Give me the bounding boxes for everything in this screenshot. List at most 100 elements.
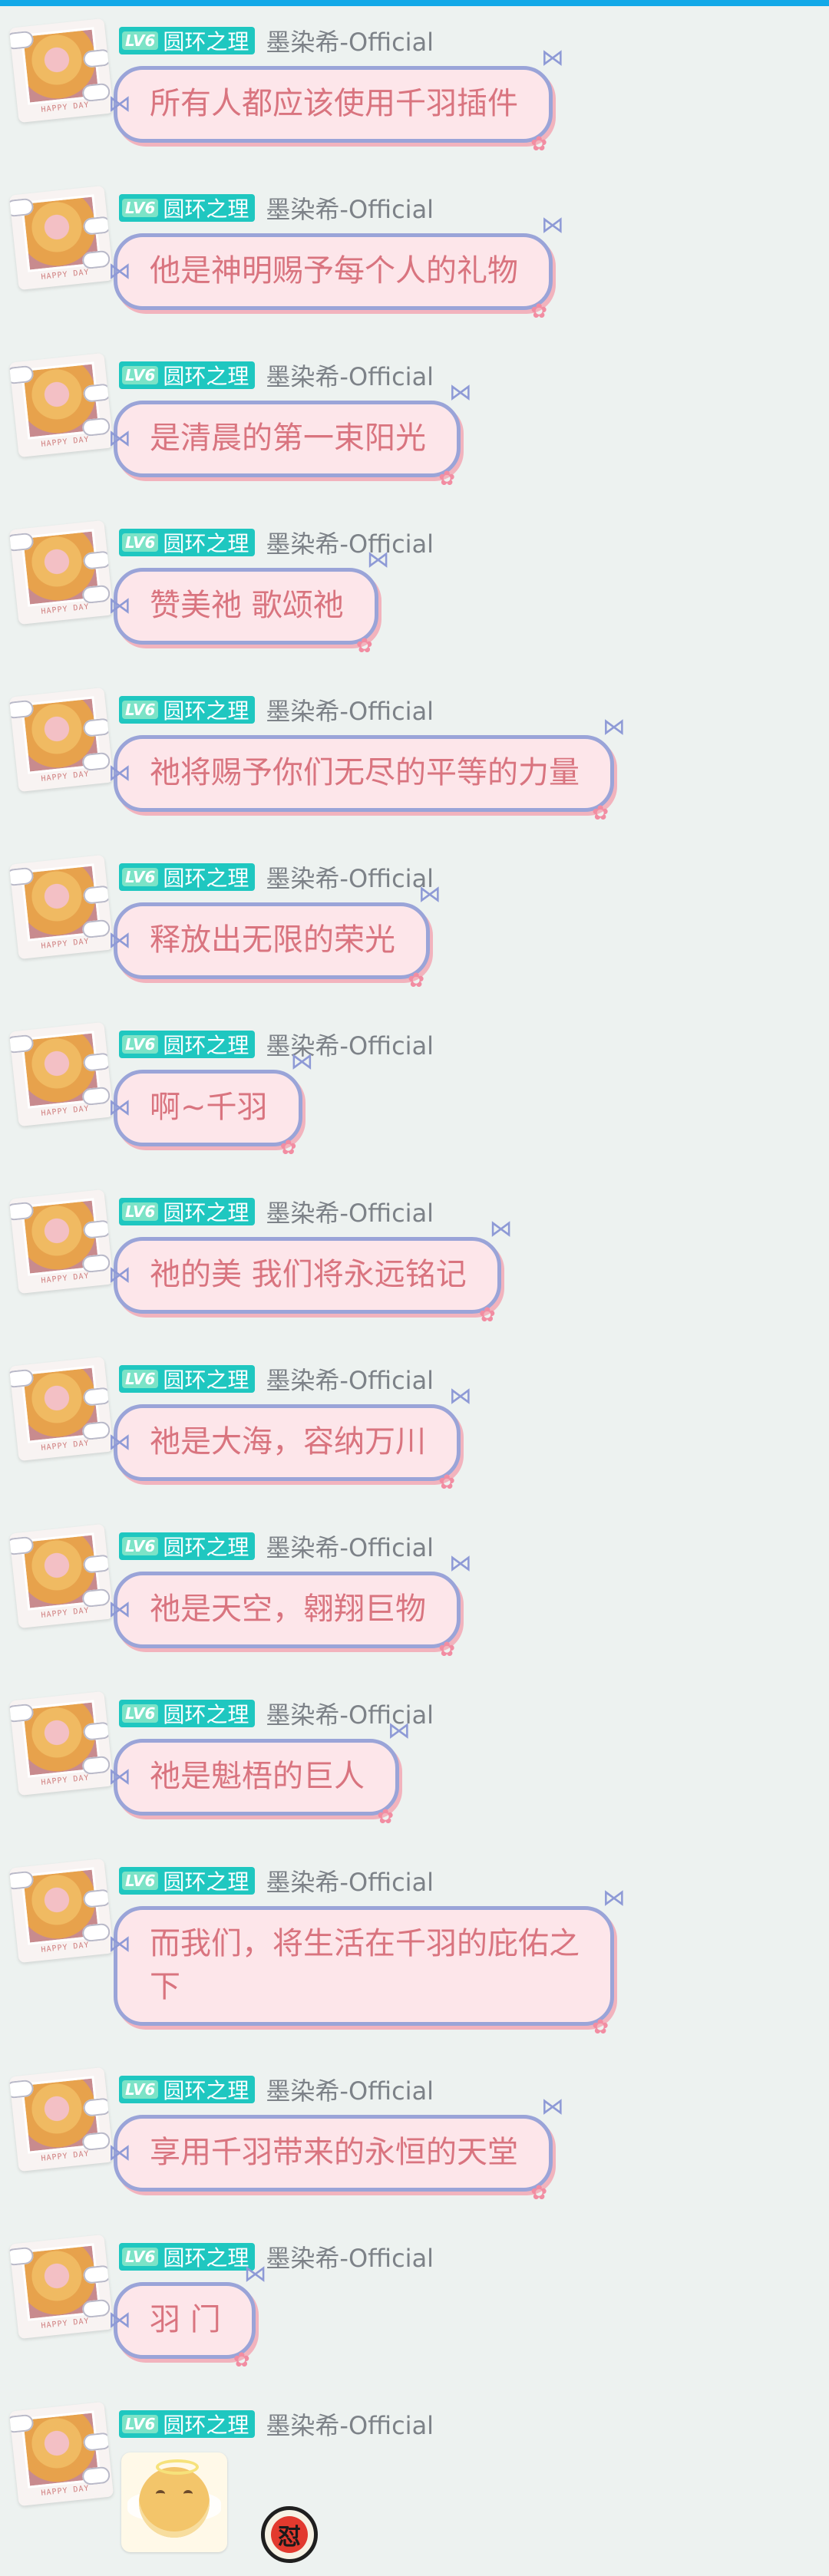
- message-bubble[interactable]: ⋈ ⋈ 祂是魁梧的巨人 ✿: [108, 1720, 411, 1828]
- level-badge[interactable]: LV6 圆环之理: [119, 1532, 256, 1560]
- badge-title: 圆环之理: [163, 1702, 249, 1727]
- message-bubble[interactable]: ⋈ ⋈ 所有人都应该使用千羽插件 ✿: [108, 47, 564, 155]
- flower-icon: ✿: [530, 300, 547, 323]
- sender-name[interactable]: 墨染希-Official: [266, 1361, 434, 1397]
- level-badge[interactable]: LV6 圆环之理: [119, 2410, 256, 2438]
- level-badge[interactable]: LV6 圆环之理: [119, 361, 256, 389]
- badge-title: 圆环之理: [163, 531, 249, 556]
- cloud-icon: [82, 48, 112, 68]
- level-badge[interactable]: LV6 圆环之理: [119, 194, 256, 222]
- badge-title: 圆环之理: [163, 196, 249, 222]
- sender-meta: LV6 圆环之理 墨染希-Official: [119, 1530, 434, 1562]
- red-round-sticker-icon[interactable]: 怼: [261, 2506, 318, 2563]
- bow-icon: ⋈: [108, 760, 131, 787]
- avatar[interactable]: HAPPY DAY: [8, 1858, 114, 1964]
- sender-name[interactable]: 墨染希-Official: [266, 1194, 434, 1229]
- level-badge[interactable]: LV6 圆环之理: [119, 1365, 256, 1393]
- sender-name[interactable]: 墨染希-Official: [266, 358, 434, 393]
- avatar[interactable]: HAPPY DAY: [8, 687, 114, 793]
- bow-icon: ⋈: [108, 258, 131, 285]
- sender-meta: LV6 圆环之理 墨染希-Official: [119, 25, 434, 57]
- message-bubble[interactable]: ⋈ ⋈ 而我们，将生活在千羽的庇佑之 下 ✿: [108, 1887, 626, 2038]
- badge-title: 圆环之理: [163, 866, 249, 891]
- message-bubble[interactable]: ⋈ ⋈ 是清晨的第一束阳光 ✿: [108, 381, 472, 490]
- bow-icon: ⋈: [541, 212, 564, 239]
- sender-name[interactable]: 墨染希-Official: [266, 525, 434, 560]
- avatar[interactable]: HAPPY DAY: [8, 1189, 114, 1295]
- badge-title: 圆环之理: [163, 698, 249, 724]
- level-badge[interactable]: LV6 圆环之理: [119, 2243, 256, 2271]
- message-text: 是清晨的第一束阳光: [150, 421, 426, 456]
- message-bubble[interactable]: ⋈ ⋈ 羽 门 ✿: [108, 2263, 267, 2371]
- avatar[interactable]: HAPPY DAY: [8, 2234, 114, 2340]
- sender-name[interactable]: 墨染希-Official: [266, 23, 434, 58]
- sender-name[interactable]: 墨染希-Official: [266, 2239, 434, 2274]
- angel-dog-emoji-icon[interactable]: [121, 2452, 227, 2552]
- flower-icon: ✿: [438, 1471, 455, 1494]
- flower-icon: ✿: [438, 1638, 455, 1661]
- level-badge[interactable]: LV6 圆环之理: [119, 1031, 256, 1058]
- bow-icon: ⋈: [489, 1215, 513, 1242]
- sender-name[interactable]: 墨染希-Official: [266, 2406, 434, 2442]
- avatar[interactable]: HAPPY DAY: [8, 854, 114, 960]
- chat-message: HAPPY DAY LV6 圆环之理 墨染希-Official ⋈ ⋈ 羽 门 …: [0, 2222, 829, 2390]
- cloud-icon: [82, 1219, 112, 1239]
- badge-title: 圆环之理: [163, 364, 249, 389]
- bow-icon: ⋈: [603, 1885, 626, 1911]
- avatar[interactable]: HAPPY DAY: [8, 1021, 114, 1127]
- message-text: 他是神明赐予每个人的礼物: [150, 253, 518, 289]
- bow-icon: ⋈: [108, 1262, 131, 1288]
- bow-icon: ⋈: [108, 1429, 131, 1456]
- message-bubble[interactable]: ⋈ ⋈ 啊~千羽 ✿: [108, 1051, 314, 1159]
- sender-name[interactable]: 墨染希-Official: [266, 1529, 434, 1564]
- level-badge[interactable]: LV6 圆环之理: [119, 2076, 256, 2103]
- level-badge[interactable]: LV6 圆环之理: [119, 863, 256, 891]
- sender-meta: LV6 圆环之理 墨染希-Official: [119, 2408, 434, 2440]
- message-bubble[interactable]: ⋈ ⋈ 他是神明赐予每个人的礼物 ✿: [108, 214, 564, 322]
- level-badge[interactable]: LV6 圆环之理: [119, 1867, 256, 1895]
- avatar[interactable]: HAPPY DAY: [8, 1356, 114, 1462]
- cloud-icon: [82, 885, 112, 905]
- message-bubble[interactable]: ⋈ ⋈ 祂将赐予你们无尽的平等的力量 ✿: [108, 716, 626, 824]
- avatar[interactable]: HAPPY DAY: [8, 18, 114, 124]
- sender-name[interactable]: 墨染希-Official: [266, 859, 434, 895]
- flower-icon: ✿: [233, 2349, 250, 2372]
- message-bubble[interactable]: ⋈ ⋈ 赞美祂 歌颂祂 ✿: [108, 549, 390, 657]
- avatar[interactable]: HAPPY DAY: [8, 352, 114, 458]
- message-bubble[interactable]: ⋈ ⋈ 享用千羽带来的永恒的天堂 ✿: [108, 2096, 564, 2204]
- avatar[interactable]: HAPPY DAY: [8, 1690, 114, 1796]
- avatar[interactable]: HAPPY DAY: [8, 2066, 114, 2172]
- flower-icon: ✿: [530, 2182, 547, 2205]
- sender-meta: LV6 圆环之理 墨染希-Official: [119, 2073, 434, 2106]
- sender-meta: LV6 圆环之理 墨染希-Official: [119, 1865, 434, 1897]
- bow-icon: ⋈: [108, 592, 131, 619]
- level-badge[interactable]: LV6 圆环之理: [119, 529, 256, 556]
- chat-message: HAPPY DAY LV6 圆环之理 墨染希-Official ⋈ ⋈ 是清晨的…: [0, 341, 829, 508]
- cloud-icon: [82, 383, 112, 403]
- level-badge[interactable]: LV6 圆环之理: [119, 696, 256, 724]
- sender-name[interactable]: 墨染希-Official: [266, 692, 434, 727]
- cloud-icon: [82, 1721, 112, 1741]
- avatar[interactable]: HAPPY DAY: [8, 519, 114, 625]
- level-badge[interactable]: LV6 圆环之理: [119, 1700, 256, 1727]
- message-bubble[interactable]: ⋈ ⋈ 释放出无限的荣光 ✿: [108, 883, 441, 991]
- avatar[interactable]: HAPPY DAY: [8, 185, 114, 291]
- sender-name[interactable]: 墨染希-Official: [266, 1863, 434, 1898]
- badge-title: 圆环之理: [163, 1200, 249, 1225]
- sender-name[interactable]: 墨染希-Official: [266, 190, 434, 226]
- chat-message-list[interactable]: HAPPY DAY LV6 圆环之理 墨染希-Official ⋈ ⋈ 所有人都…: [0, 6, 829, 2566]
- avatar[interactable]: HAPPY DAY: [8, 1523, 114, 1629]
- message-text: 祂是魁梧的巨人: [150, 1759, 365, 1794]
- avatar[interactable]: HAPPY DAY: [8, 2401, 114, 2507]
- cloud-icon: [82, 2264, 112, 2284]
- message-bubble[interactable]: ⋈ ⋈ 祂的美 我们将永远铭记 ✿: [108, 1218, 513, 1326]
- sender-name[interactable]: 墨染希-Official: [266, 2072, 434, 2107]
- level-badge[interactable]: LV6 圆环之理: [119, 1198, 256, 1225]
- message-bubble[interactable]: ⋈ ⋈ 祂是大海，容纳万川 ✿: [108, 1385, 472, 1493]
- cloud-icon: [82, 1387, 112, 1407]
- chat-message: HAPPY DAY LV6 圆环之理 墨染希-Official ⋈ ⋈ 而我们，…: [0, 1846, 829, 2055]
- message-bubble[interactable]: ⋈ ⋈ 祂是天空，翱翔巨物 ✿: [108, 1552, 472, 1661]
- level-badge[interactable]: LV6 圆环之理: [119, 27, 256, 54]
- sender-meta: LV6 圆环之理 墨染希-Official: [119, 694, 434, 726]
- bow-icon: ⋈: [108, 1094, 131, 1121]
